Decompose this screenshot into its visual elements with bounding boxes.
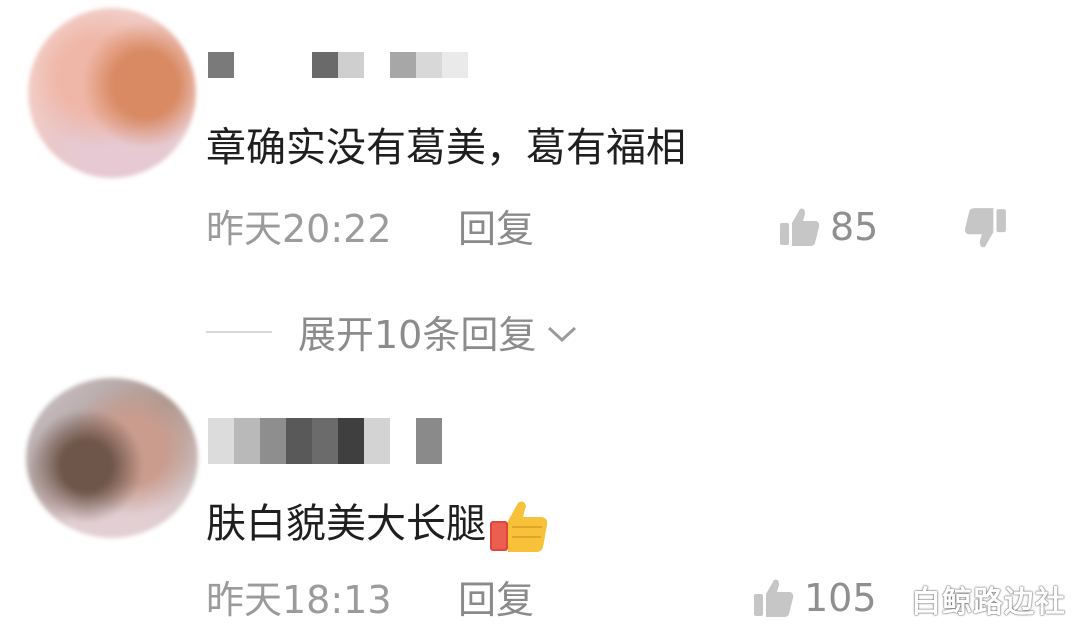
- comment-text: 章确实没有葛美，葛有福相: [206, 125, 686, 171]
- thumbs-up-icon: [780, 208, 820, 246]
- comment-text-content: 肤白貌美大长腿: [206, 501, 486, 547]
- comment-timestamp: 昨天20:22: [206, 207, 392, 251]
- expand-replies-button[interactable]: 展开10条回复: [206, 304, 578, 359]
- thumbs-down-icon: [964, 208, 1006, 248]
- watermark: 白鲸路边社: [911, 585, 1066, 620]
- reply-button[interactable]: 回复: [458, 578, 534, 622]
- reply-button[interactable]: 回复: [458, 207, 534, 251]
- like-count: 105: [804, 576, 877, 620]
- username-blurred[interactable]: [208, 52, 468, 78]
- comment-timestamp: 昨天18:13: [206, 578, 392, 622]
- avatar[interactable]: [26, 378, 198, 538]
- like-button[interactable]: 85: [778, 205, 878, 249]
- dislike-button[interactable]: [962, 205, 1008, 255]
- like-count: 85: [830, 205, 879, 249]
- expand-replies-label: 展开10条回复: [298, 313, 537, 357]
- thumbs-up-icon: [754, 579, 794, 617]
- comment-text: 肤白貌美大长腿: [206, 497, 550, 555]
- like-button[interactable]: 105: [752, 576, 877, 620]
- divider: [206, 330, 272, 333]
- comment-thread: 章确实没有葛美，葛有福相 昨天20:22 回复 85 展开10条回复 肤白貌美大…: [0, 0, 1080, 635]
- thumbs-up-emoji-icon: [490, 501, 548, 552]
- username-blurred[interactable]: [208, 418, 442, 464]
- avatar[interactable]: [28, 8, 196, 178]
- chevron-down-icon: [548, 326, 577, 342]
